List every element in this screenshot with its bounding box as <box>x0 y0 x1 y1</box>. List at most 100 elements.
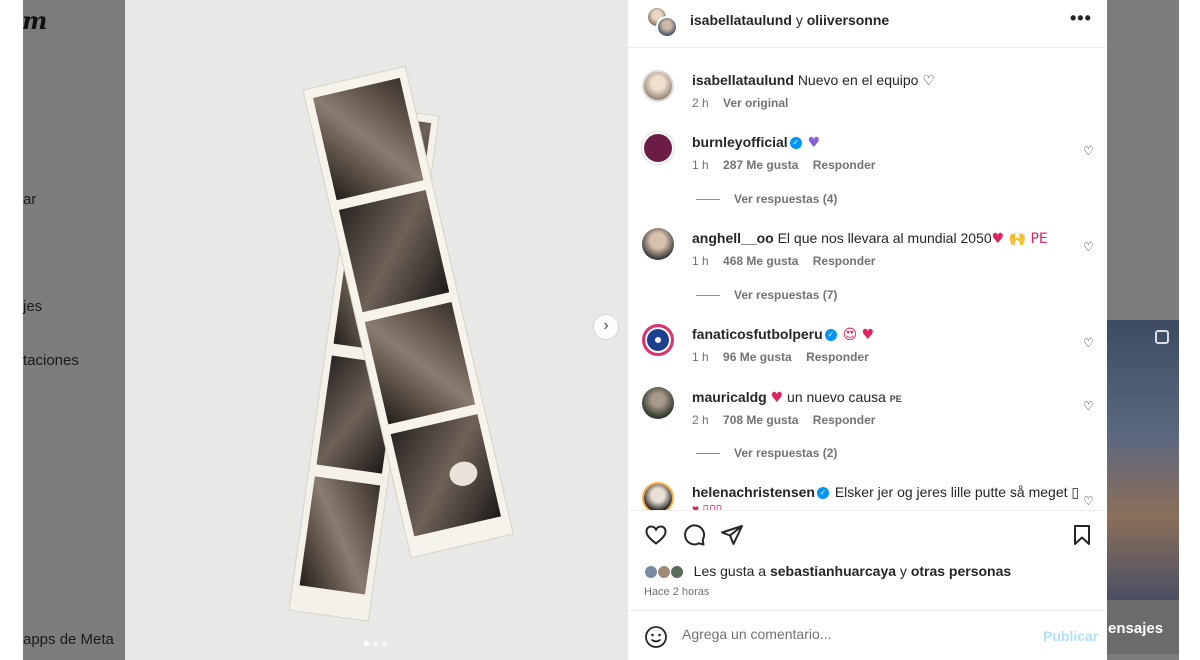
like-heart-icon[interactable] <box>644 523 668 547</box>
reply-button[interactable]: Responder <box>806 350 869 364</box>
verified-badge-icon: ✓ <box>824 329 837 342</box>
view-replies-label: Ver respuestas (7) <box>734 288 838 302</box>
nav-item-fragment-2[interactable]: jes <box>23 298 42 315</box>
comment-item: helenachristensen ✓ Elsker jer og jeres l… <box>628 482 1107 510</box>
author-avatar-2[interactable] <box>656 16 678 38</box>
nav-item-fragment-1[interactable]: ar <box>23 191 36 208</box>
commenter-avatar[interactable] <box>642 387 674 419</box>
post-side-panel: isabellataulund y oliiversonne ••• isabe… <box>628 0 1107 660</box>
caption-avatar[interactable] <box>642 70 674 102</box>
see-original-link[interactable]: Ver original <box>723 96 788 110</box>
left-edge <box>0 0 23 660</box>
likes-summary: Les gusta a sebastianhuarcaya y otras pe… <box>644 563 1011 580</box>
comment-meta: 1 h 468 Me gusta Responder <box>692 254 886 268</box>
add-comment-bar: Publicar <box>628 610 1107 660</box>
comment-username[interactable]: anghell__oo <box>692 230 774 246</box>
verified-badge-icon: ✓ <box>816 487 829 500</box>
author-username-1[interactable]: isabellataulund <box>690 12 792 28</box>
view-replies-label: Ver respuestas (4) <box>734 192 838 206</box>
comment-text-line: fanaticosfutbolperu ✓ 😍 ♥ <box>692 326 874 343</box>
photo-strips-image <box>288 65 514 622</box>
comment-likes[interactable]: 287 Me gusta <box>723 158 798 172</box>
comment-likes[interactable]: 468 Me gusta <box>723 254 798 268</box>
comment-likes[interactable]: 708 Me gusta <box>723 413 798 427</box>
comment-second-line: ♥ ▯▯▯ <box>692 502 723 510</box>
comment-emojis: ♥ 🙌 PE <box>991 231 1048 247</box>
comment-text-line: anghell__oo El que nos llevara al mundia… <box>692 230 1048 247</box>
caption-text-line: isabellataulund Nuevo en el equipo ♡ <box>692 72 935 89</box>
commenter-avatar[interactable] <box>642 132 674 164</box>
comment-text-line: burnleyofficial ✓ ♥ <box>692 134 820 151</box>
liker-avatar[interactable] <box>656 565 671 580</box>
comment-text-line: helenachristensen ✓ Elsker jer og jeres l… <box>692 484 1079 501</box>
verified-badge-icon: ✓ <box>789 137 802 150</box>
like-comment-heart-icon[interactable]: ♡ <box>1083 494 1094 508</box>
comment-username[interactable]: helenachristensen <box>692 484 815 500</box>
comment-text: Elsker jer og jeres lille putte så meget… <box>834 484 1080 500</box>
messages-button[interactable]: ensajes <box>1100 600 1179 654</box>
like-comment-heart-icon[interactable]: ♡ <box>1083 336 1094 350</box>
author-username-2[interactable]: oliiversonne <box>807 12 889 28</box>
comment-meta: 1 h 96 Me gusta Responder <box>692 350 880 364</box>
commenter-avatar[interactable] <box>642 482 674 510</box>
caption-meta: 2 h Ver original <box>692 96 799 110</box>
replies-dash <box>696 453 720 455</box>
caption-username[interactable]: isabellataulund <box>692 72 794 88</box>
flag-emoji: PE <box>889 394 902 404</box>
post-timestamp[interactable]: Hace 2 horas <box>644 586 709 598</box>
view-replies[interactable]: Ver respuestas (4) <box>696 192 837 206</box>
save-bookmark-icon[interactable] <box>1070 523 1094 547</box>
carousel-indicator <box>364 641 387 646</box>
comment-text: un nuevo causa <box>787 389 886 405</box>
post-authors: isabellataulund y oliiversonne <box>690 12 889 28</box>
authors-conjunction: y <box>795 12 803 28</box>
comment-input[interactable] <box>682 626 1032 642</box>
view-replies[interactable]: Ver respuestas (2) <box>696 446 837 460</box>
purple-heart-emoji: ♥ <box>807 135 821 151</box>
liker-avatar[interactable] <box>644 565 658 580</box>
comment-meta: 2 h 708 Me gusta Responder <box>692 413 886 427</box>
post-actions: Les gusta a sebastianhuarcaya y otras pe… <box>628 510 1107 610</box>
carousel-dot <box>382 641 387 646</box>
other-likers-link[interactable]: otras personas <box>911 563 1011 579</box>
post-image[interactable] <box>125 0 628 660</box>
comment-time: 1 h <box>692 350 709 364</box>
like-comment-heart-icon[interactable]: ♡ <box>1083 399 1094 413</box>
view-replies[interactable]: Ver respuestas (7) <box>696 288 837 302</box>
instagram-logo-fragment[interactable]: m <box>22 6 47 35</box>
liker-username[interactable]: sebastianhuarcaya <box>770 563 896 579</box>
messages-label: ensajes <box>1108 620 1164 637</box>
meta-apps-link[interactable]: apps de Meta <box>23 631 114 648</box>
caption-text: Nuevo en el equipo ♡ <box>797 72 935 88</box>
comment-text: El que nos llevara al mundial 2050 <box>777 230 992 246</box>
reply-button[interactable]: Responder <box>813 158 876 172</box>
comment-bubble-icon[interactable] <box>682 523 706 547</box>
comment-meta: 1 h 287 Me gusta Responder <box>692 158 886 172</box>
share-send-icon[interactable] <box>720 523 744 547</box>
commenter-avatar[interactable] <box>642 228 674 260</box>
next-image-button[interactable]: › <box>594 315 618 339</box>
emoji-picker-icon[interactable] <box>644 625 668 649</box>
comment-username[interactable]: burnleyofficial <box>692 134 788 150</box>
comment-time: 2 h <box>692 413 709 427</box>
comment-emojis: 😍 ♥ <box>842 327 875 343</box>
reply-button[interactable]: Responder <box>813 254 876 268</box>
like-comment-heart-icon[interactable]: ♡ <box>1083 240 1094 254</box>
caption-time: 2 h <box>692 96 709 110</box>
view-replies-label: Ver respuestas (2) <box>734 446 838 460</box>
carousel-dot <box>373 641 378 646</box>
liker-avatar[interactable] <box>669 565 684 580</box>
like-comment-heart-icon[interactable]: ♡ <box>1083 144 1094 158</box>
comment-username[interactable]: mauricaldg <box>692 389 767 405</box>
background-post-thumbnail <box>1107 320 1179 600</box>
reply-button[interactable]: Responder <box>813 413 876 427</box>
publish-button[interactable]: Publicar <box>1043 628 1098 644</box>
comment-username[interactable]: fanaticosfutbolperu <box>692 326 823 342</box>
nav-item-fragment-3[interactable]: taciones <box>23 352 79 369</box>
comment-likes[interactable]: 96 Me gusta <box>723 350 792 364</box>
red-heart-emoji: ♥ <box>770 390 784 406</box>
comment-time: 1 h <box>692 254 709 268</box>
replies-dash <box>696 295 720 297</box>
commenter-avatar[interactable] <box>642 324 674 356</box>
more-options-icon[interactable]: ••• <box>1070 8 1092 29</box>
